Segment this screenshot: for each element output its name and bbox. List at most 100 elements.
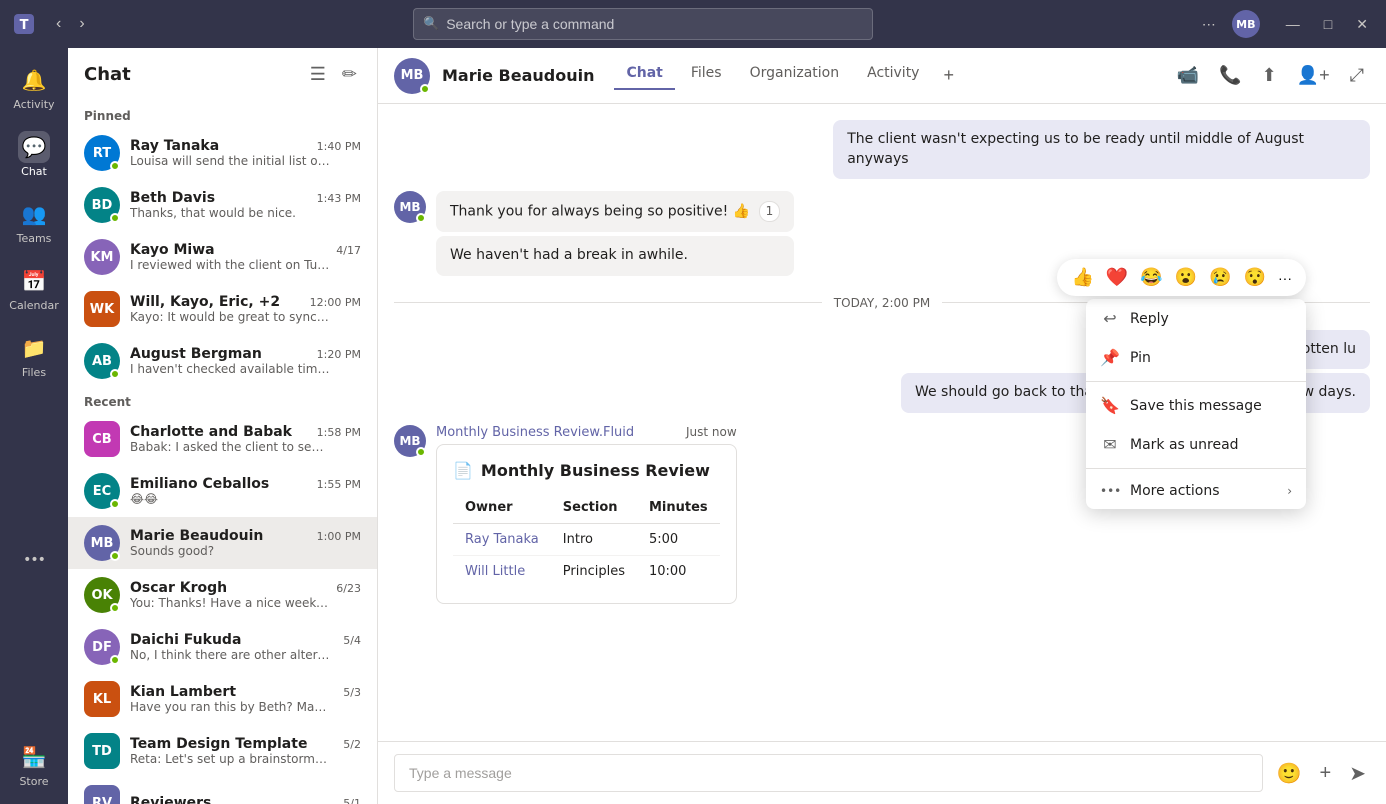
chat-item-ray-tanaka[interactable]: RT Ray Tanaka 1:40 PM Louisa will send t…	[68, 127, 377, 179]
chat-item-emiliano[interactable]: EC Emiliano Ceballos 1:55 PM 😂😂	[68, 465, 377, 517]
context-menu-mark-unread-label: Mark as unread	[1130, 437, 1239, 453]
minimize-button[interactable]: —	[1276, 12, 1310, 37]
context-menu-more-actions[interactable]: ••• More actions ›	[1086, 473, 1306, 509]
table-header-section: Section	[551, 492, 637, 524]
chat-info: Ray Tanaka 1:40 PM Louisa will send the …	[130, 138, 361, 168]
chat-time: 1:55 PM	[317, 478, 361, 491]
chat-item-marie[interactable]: MB Marie Beaudouin 1:00 PM Sounds good?	[68, 517, 377, 569]
share-screen-button[interactable]: ⬆	[1256, 59, 1283, 92]
emoji-heart[interactable]: ❤️	[1104, 265, 1130, 290]
video-call-button[interactable]: 📹	[1171, 59, 1205, 92]
settings-button[interactable]: ⋯	[1194, 12, 1224, 37]
emoji-more[interactable]: ···	[1276, 268, 1294, 288]
chat-name: Ray Tanaka	[130, 138, 219, 154]
titlebar: T ‹ › 🔍 ⋯ MB — □ ✕	[0, 0, 1386, 48]
chat-item-will-kayo-eric[interactable]: WK Will, Kayo, Eric, +2 12:00 PM Kayo: I…	[68, 283, 377, 335]
chat-item-august-bergman[interactable]: AB August Bergman 1:20 PM I haven't chec…	[68, 335, 377, 387]
chat-name: Oscar Krogh	[130, 580, 227, 596]
attach-button[interactable]: +	[1316, 758, 1336, 789]
audio-call-button[interactable]: 📞	[1213, 59, 1247, 92]
calendar-icon: 📅	[18, 265, 50, 297]
nav-forward-button[interactable]: ›	[71, 11, 92, 37]
chat-item-oscar[interactable]: OK Oscar Krogh 6/23 You: Thanks! Have a …	[68, 569, 377, 621]
table-cell-section-1: Intro	[551, 523, 637, 555]
message-input[interactable]	[394, 754, 1263, 792]
nav-item-activity[interactable]: 🔔 Activity	[6, 56, 62, 119]
nav-item-calendar[interactable]: 📅 Calendar	[6, 257, 62, 320]
avatar-marie: MB	[84, 525, 120, 561]
tab-organization[interactable]: Organization	[738, 61, 852, 90]
emoji-thumbsup[interactable]: 👍	[1069, 265, 1095, 290]
chat-name: Daichi Fukuda	[130, 632, 241, 648]
context-menu-reply-label: Reply	[1130, 311, 1169, 327]
emoji-laugh[interactable]: 😂	[1138, 265, 1164, 290]
nav-item-files[interactable]: 📁 Files	[6, 324, 62, 387]
emoji-surprised[interactable]: 😯	[1242, 265, 1268, 290]
chat-header-right: 📹 📞 ⬆ 👤+ ⤢	[1171, 59, 1370, 92]
context-menu-pin[interactable]: 📌 Pin	[1086, 338, 1306, 377]
chat-item-charlotte-babak[interactable]: CB Charlotte and Babak 1:58 PM Babak: I …	[68, 413, 377, 465]
chat-item-kian[interactable]: KL Kian Lambert 5/3 Have you ran this by…	[68, 673, 377, 725]
context-menu-save[interactable]: 🔖 Save this message	[1086, 386, 1306, 425]
table-cell-owner-1[interactable]: Ray Tanaka	[453, 523, 551, 555]
fluid-card-title: Monthly Business Review	[481, 461, 710, 480]
nav-label-teams: Teams	[17, 232, 52, 245]
chat-item-kayo-miwa[interactable]: KM Kayo Miwa 4/17 I reviewed with the cl…	[68, 231, 377, 283]
fluid-file-link[interactable]: Monthly Business Review.Fluid	[436, 425, 634, 440]
search-input[interactable]	[413, 8, 873, 40]
emoji-sad[interactable]: 😢	[1207, 265, 1233, 290]
save-icon: 🔖	[1100, 396, 1120, 415]
add-tab-button[interactable]: +	[935, 61, 962, 90]
messages-area[interactable]: The client wasn't expecting us to be rea…	[378, 104, 1386, 741]
chat-name: Reviewers	[130, 795, 211, 804]
message-avatar-mb: MB	[394, 191, 426, 223]
chat-time: 5/2	[343, 738, 361, 751]
chat-item-beth-davis[interactable]: BD Beth Davis 1:43 PM Thanks, that would…	[68, 179, 377, 231]
chat-header-name: Marie Beaudouin	[442, 66, 594, 85]
chat-time: 1:58 PM	[317, 426, 361, 439]
user-avatar[interactable]: MB	[1232, 10, 1260, 38]
chat-preview: Louisa will send the initial list of att…	[130, 154, 330, 168]
send-button[interactable]: ➤	[1345, 757, 1370, 790]
table-header-row: Owner Section Minutes	[453, 492, 720, 524]
tab-activity[interactable]: Activity	[855, 61, 931, 90]
chat-item-team-design[interactable]: TD Team Design Template 5/2 Reta: Let's …	[68, 725, 377, 777]
avatar-kayo-miwa: KM	[84, 239, 120, 275]
chat-item-daichi[interactable]: DF Daichi Fukuda 5/4 No, I think there a…	[68, 621, 377, 673]
message-bubble-received-1: Thank you for always being so positive! …	[436, 191, 794, 232]
chat-info: Oscar Krogh 6/23 You: Thanks! Have a nic…	[130, 580, 361, 610]
nav-item-teams[interactable]: 👥 Teams	[6, 190, 62, 253]
context-menu-mark-unread[interactable]: ✉ Mark as unread	[1086, 425, 1306, 464]
filter-button[interactable]: ☰	[306, 60, 330, 89]
nav-item-chat[interactable]: 💬 Chat	[6, 123, 62, 186]
tab-chat[interactable]: Chat	[614, 61, 674, 90]
add-people-button[interactable]: 👤+	[1291, 59, 1336, 92]
chat-info: Charlotte and Babak 1:58 PM Babak: I ask…	[130, 424, 361, 454]
chat-item-reviewers[interactable]: RV Reviewers 5/1	[68, 777, 377, 804]
nav-back-button[interactable]: ‹	[48, 11, 69, 37]
emoji-picker-button[interactable]: 🙂	[1273, 757, 1306, 790]
message-input-area: 🙂 + ➤	[378, 741, 1386, 804]
nav-item-more[interactable]: •••	[6, 536, 62, 584]
tab-files[interactable]: Files	[679, 61, 734, 90]
open-popup-button[interactable]: ⤢	[1344, 59, 1370, 92]
status-dot-2	[416, 447, 426, 457]
chat-time: 5/3	[343, 686, 361, 699]
chat-preview: I reviewed with the client on Tuesda...	[130, 258, 330, 272]
chat-info: Marie Beaudouin 1:00 PM Sounds good?	[130, 528, 361, 558]
chat-preview: Reta: Let's set up a brainstorm session …	[130, 752, 330, 766]
nav-item-store[interactable]: 🏪 Store	[6, 733, 62, 796]
activity-icon: 🔔	[18, 64, 50, 96]
close-button[interactable]: ✕	[1346, 12, 1378, 37]
sidebar-title: Chat	[84, 64, 131, 85]
maximize-button[interactable]: □	[1314, 12, 1342, 37]
avatar-kian: KL	[84, 681, 120, 717]
table-header-minutes: Minutes	[637, 492, 720, 524]
table-cell-owner-2[interactable]: Will Little	[453, 555, 551, 587]
context-menu-reply[interactable]: ↩ Reply	[1086, 299, 1306, 338]
emoji-wow[interactable]: 😮	[1173, 265, 1199, 290]
chat-sidebar: Chat ☰ ✏ Pinned RT Ray Tanaka 1:40 PM Lo…	[68, 48, 378, 804]
titlebar-actions: ⋯ MB	[1194, 10, 1260, 38]
fluid-card-header: 📄 Monthly Business Review	[453, 461, 720, 480]
compose-button[interactable]: ✏	[338, 60, 361, 89]
